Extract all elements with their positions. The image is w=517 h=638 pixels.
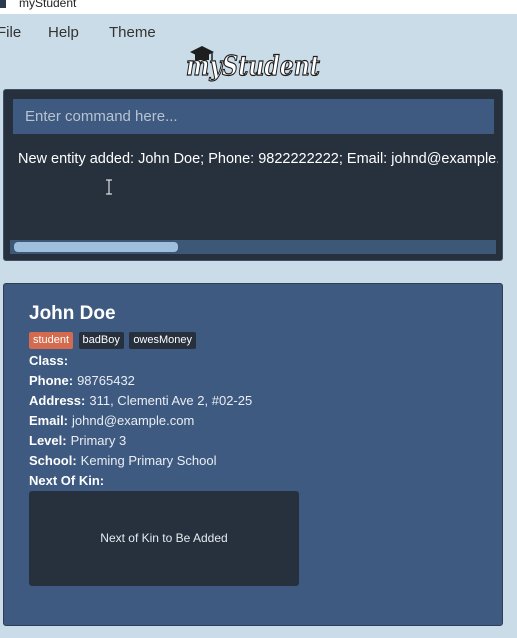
title-bar: myStudent — [0, 0, 517, 14]
scrollbar-thumb[interactable] — [14, 242, 178, 252]
tag-student: student — [29, 332, 74, 349]
phone-value: 98765432 — [77, 373, 135, 388]
menu-theme[interactable]: Theme — [109, 24, 156, 41]
text-cursor-icon — [106, 179, 112, 195]
level-label: Level: — [29, 433, 67, 448]
horizontal-scrollbar[interactable] — [10, 240, 496, 254]
address-value: 311, Clementi Ave 2, #02-25 — [89, 393, 253, 408]
level-field: Level: Primary 3 — [29, 433, 126, 448]
tag-list: student badBoy owesMoney — [29, 332, 197, 349]
menu-file[interactable]: File — [0, 24, 21, 41]
app-icon — [0, 0, 6, 8]
school-label: School: — [29, 453, 77, 468]
address-field: Address: 311, Clementi Ave 2, #02-25 — [29, 393, 252, 408]
tag-badboy: badBoy — [78, 332, 124, 349]
result-message: New entity added: John Doe; Phone: 98222… — [18, 151, 498, 167]
app-logo: myStudent — [184, 42, 324, 88]
person-card: John Doe student badBoy owesMoney Class:… — [3, 283, 503, 626]
phone-label: Phone: — [29, 373, 74, 388]
school-field: School: Keming Primary School — [29, 453, 217, 468]
logo-text: myStudent — [186, 51, 320, 82]
command-panel: New entity added: John Doe; Phone: 98222… — [3, 89, 503, 261]
next-of-kin-placeholder: Next of Kin to Be Added — [100, 531, 228, 545]
address-label: Address: — [29, 393, 86, 408]
window-title: myStudent — [19, 0, 77, 10]
next-of-kin-box: Next of Kin to Be Added — [29, 491, 299, 586]
next-of-kin-label: Next Of Kin: — [29, 473, 105, 488]
school-value: Keming Primary School — [80, 453, 217, 468]
menu-help[interactable]: Help — [48, 24, 79, 41]
class-field: Class: — [29, 353, 72, 368]
level-value: Primary 3 — [70, 433, 127, 448]
tag-owesmoney: owesMoney — [129, 332, 197, 349]
person-name: John Doe — [29, 303, 116, 324]
email-field: Email: johnd@example.com — [29, 413, 194, 428]
next-of-kin-field: Next Of Kin: — [29, 473, 104, 488]
email-value: johnd@example.com — [72, 413, 195, 428]
command-input[interactable] — [13, 99, 494, 134]
class-label: Class: — [29, 353, 69, 368]
email-label: Email: — [29, 413, 69, 428]
phone-field: Phone: 98765432 — [29, 373, 135, 388]
